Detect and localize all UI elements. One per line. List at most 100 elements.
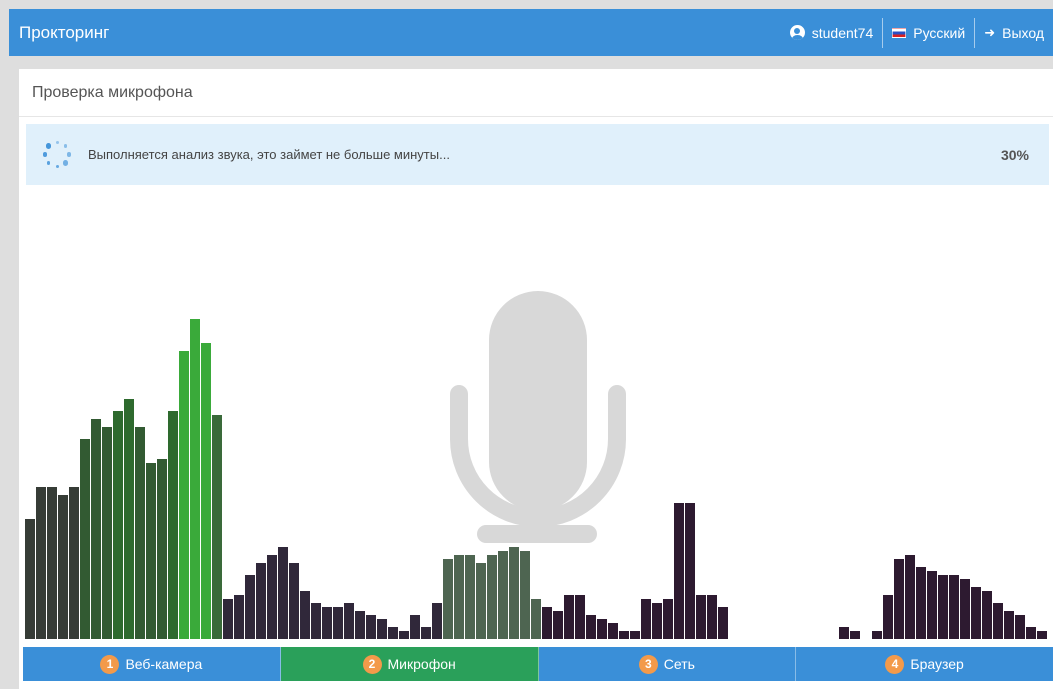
level-bar: [542, 607, 552, 639]
level-bar: [124, 399, 134, 639]
level-bar: [80, 439, 90, 639]
level-bar: [718, 607, 728, 639]
panel-title: Проверка микрофона: [19, 69, 1053, 117]
navbar: Прокторинг student74 Русский ➜ Выход: [9, 9, 1053, 56]
level-bar: [674, 503, 684, 639]
level-bar: [476, 563, 486, 639]
level-bar: [960, 579, 970, 639]
level-bar: [652, 603, 662, 639]
mic-capsule: [489, 291, 587, 511]
level-bar: [212, 415, 222, 639]
level-bar: [949, 575, 959, 639]
level-bar: [311, 603, 321, 639]
level-bar: [344, 603, 354, 639]
level-bar: [487, 555, 497, 639]
step-label: Веб-камера: [125, 656, 203, 672]
level-bar: [36, 487, 46, 639]
level-bar: [113, 411, 123, 639]
progress-percent: 30%: [1000, 146, 1029, 163]
mic-holder: [450, 385, 626, 527]
mic-stem: [528, 518, 548, 538]
level-bar: [333, 607, 343, 639]
level-bar: [927, 571, 937, 639]
logout-icon: ➜: [984, 24, 996, 40]
step-number-badge: 3: [638, 654, 658, 674]
level-bar: [443, 559, 453, 639]
level-bar: [102, 427, 112, 639]
level-bar: [707, 595, 717, 639]
level-bar: [520, 551, 530, 639]
level-bar: [366, 615, 376, 639]
level-bar: [982, 591, 992, 639]
level-bar: [377, 619, 387, 639]
step-1[interactable]: 1 Веб-камера: [23, 647, 281, 681]
level-bar: [1026, 627, 1036, 639]
user-menu[interactable]: student74: [781, 9, 883, 56]
level-bar: [663, 599, 673, 639]
step-label: Браузер: [910, 656, 964, 672]
level-bar: [432, 603, 442, 639]
level-bar: [905, 555, 915, 639]
level-bar: [399, 631, 409, 639]
step-label: Сеть: [663, 656, 695, 672]
level-bar: [410, 615, 420, 639]
level-bar: [245, 575, 255, 639]
level-bar: [168, 411, 178, 639]
brand-title[interactable]: Прокторинг: [9, 23, 781, 43]
level-bar: [69, 487, 79, 639]
language-selector[interactable]: Русский: [883, 9, 974, 56]
level-bar: [289, 563, 299, 639]
level-bar: [575, 595, 585, 639]
level-bar: [894, 559, 904, 639]
level-bar: [91, 419, 101, 639]
spinner-dot: [55, 141, 59, 144]
alert-message: Выполняется анализ звука, это займет не …: [88, 147, 450, 162]
step-4[interactable]: 4 Браузер: [796, 647, 1053, 681]
level-bar: [971, 587, 981, 639]
step-number-badge: 4: [885, 654, 905, 674]
language-label: Русский: [913, 24, 966, 41]
level-bar: [696, 595, 706, 639]
russian-flag-icon: [892, 27, 907, 38]
step-2[interactable]: 2 Микрофон: [280, 647, 539, 681]
level-bar: [509, 547, 519, 639]
level-bar: [938, 575, 948, 639]
level-bar: [135, 427, 145, 639]
level-bar: [498, 551, 508, 639]
level-bar: [608, 623, 618, 639]
user-name: student74: [811, 24, 874, 41]
level-bar: [916, 567, 926, 639]
spinner-dot: [46, 161, 51, 165]
level-bar: [355, 611, 365, 639]
level-bar: [465, 555, 475, 639]
level-bar: [553, 611, 563, 639]
level-bar: [597, 619, 607, 639]
step-number-badge: 2: [362, 654, 382, 674]
level-bar: [190, 319, 200, 639]
level-bars: [25, 319, 1047, 639]
microphone-icon: [450, 291, 626, 543]
level-bar: [564, 595, 574, 639]
level-bar: [883, 595, 893, 639]
level-bar: [619, 631, 629, 639]
user-icon: [789, 25, 805, 40]
loading-spinner-icon: [40, 138, 74, 172]
step-3[interactable]: 3 Сеть: [538, 647, 797, 681]
step-label: Микрофон: [387, 656, 456, 672]
logout-button[interactable]: ➜ Выход: [975, 9, 1053, 56]
level-bar: [993, 603, 1003, 639]
analysis-alert: Выполняется анализ звука, это займет не …: [26, 124, 1049, 185]
level-bar: [300, 591, 310, 639]
level-bar: [1015, 615, 1025, 639]
spinner-dot: [55, 165, 59, 168]
navbar-right: student74 Русский ➜ Выход: [781, 9, 1053, 56]
level-bar: [179, 351, 189, 639]
level-bar: [685, 503, 695, 639]
spinner-dot: [62, 160, 69, 166]
step-number-badge: 1: [100, 654, 120, 674]
level-bar: [1037, 631, 1047, 639]
level-bar: [25, 519, 35, 639]
level-bar: [531, 599, 541, 639]
logout-label: Выход: [1002, 24, 1044, 41]
level-bar: [322, 607, 332, 639]
